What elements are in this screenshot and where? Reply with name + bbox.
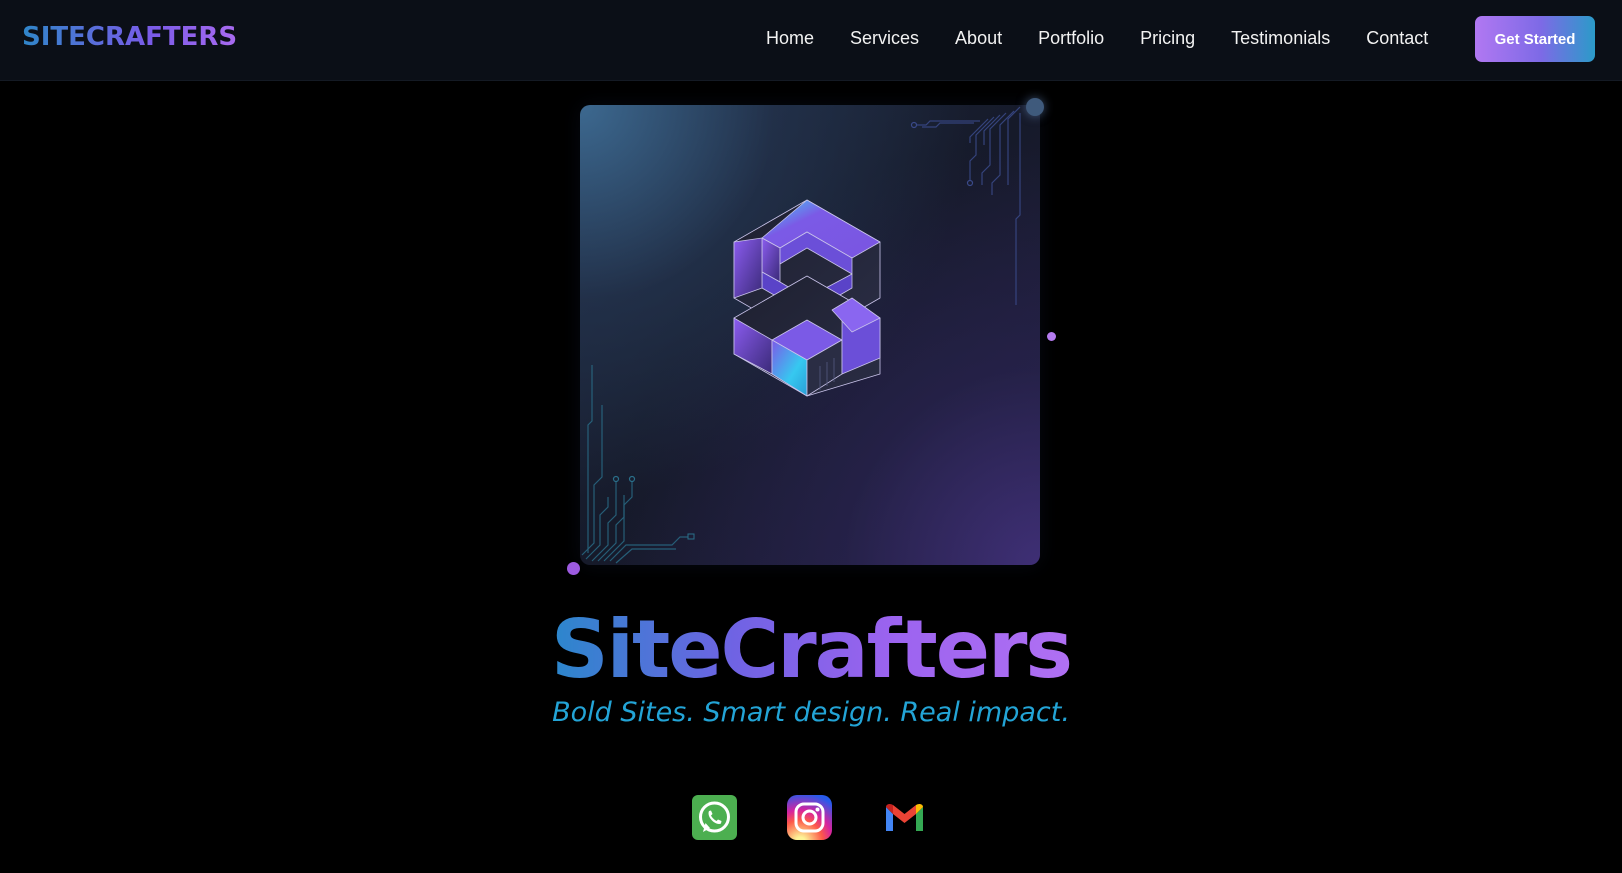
brand-logo[interactable]: SITECRAFTERS — [22, 22, 237, 52]
nav-link-contact[interactable]: Contact — [1366, 28, 1428, 49]
social-links — [692, 795, 932, 841]
nav-link-testimonials[interactable]: Testimonials — [1231, 28, 1330, 49]
whatsapp-icon[interactable] — [692, 795, 737, 840]
navbar: SITECRAFTERS Home Services About Portfol… — [0, 0, 1622, 81]
glow-dot-top-right — [1026, 98, 1044, 116]
glow-dot-bottom-left — [567, 562, 580, 575]
nav-link-services[interactable]: Services — [850, 28, 919, 49]
isometric-s-cube-logo-icon — [733, 199, 881, 397]
hero-title: SiteCrafters — [0, 602, 1622, 698]
get-started-button[interactable]: Get Started — [1475, 16, 1595, 62]
nav-link-home[interactable]: Home — [766, 28, 814, 49]
nav-link-portfolio[interactable]: Portfolio — [1038, 28, 1104, 49]
hero-tagline: Bold Sites. Smart design. Real impact. — [552, 697, 1070, 728]
nav-link-pricing[interactable]: Pricing — [1140, 28, 1195, 49]
hero-title-text: SiteCrafters — [550, 603, 1073, 696]
glow-dot-right — [1047, 332, 1056, 341]
nav-link-about[interactable]: About — [955, 28, 1002, 49]
nav-links: Home Services About Portfolio Pricing Te… — [766, 28, 1428, 49]
gmail-icon[interactable] — [882, 795, 927, 840]
instagram-icon[interactable] — [787, 795, 832, 840]
